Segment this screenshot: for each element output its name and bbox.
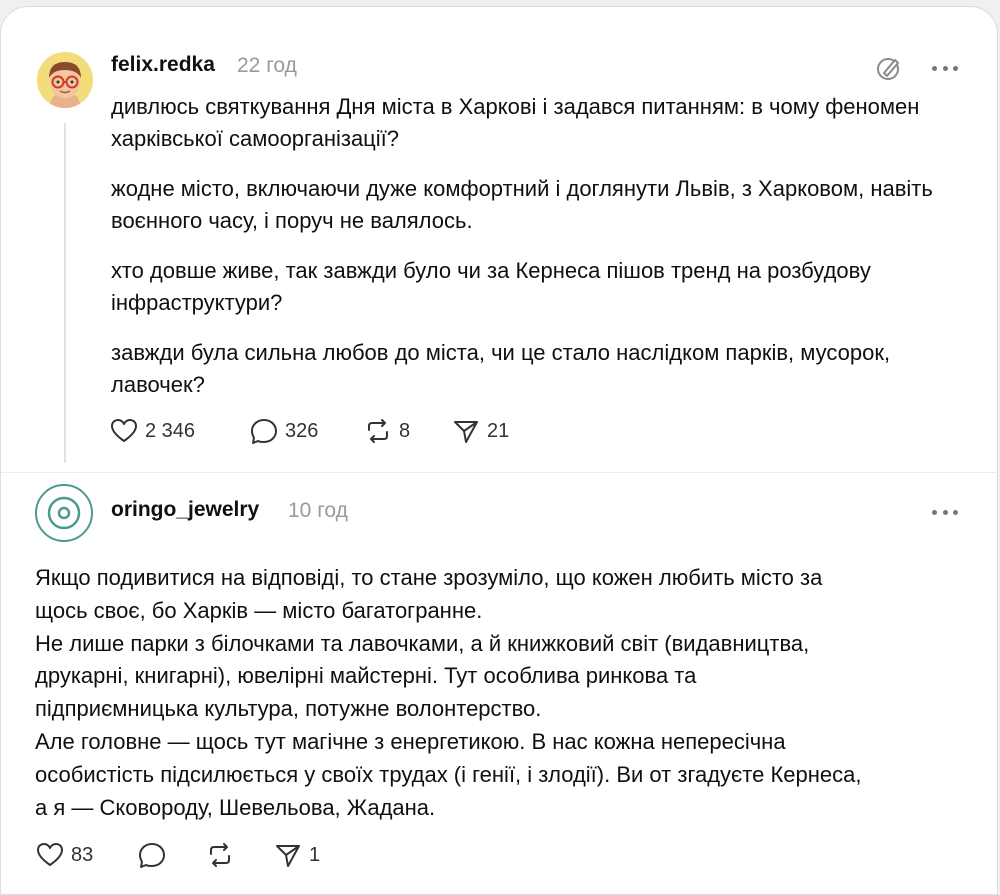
user-avatar-icon bbox=[37, 52, 93, 108]
post-text: Якщо подивитися на відповіді, то стане з… bbox=[35, 562, 965, 824]
post-text-line: друкарні, книгарні), ювелірні майстерні.… bbox=[35, 663, 697, 689]
avatar[interactable] bbox=[35, 484, 93, 542]
post-paragraph: хто довше живе, так завжди було чи за Ке… bbox=[111, 258, 871, 315]
repost-icon bbox=[210, 843, 230, 867]
repost-button[interactable] bbox=[205, 840, 241, 870]
repost-button[interactable]: 8 bbox=[363, 416, 410, 446]
post-text-line: Не лише парки з білочками та лавочками, … bbox=[35, 630, 810, 656]
send-icon bbox=[276, 845, 300, 867]
post-text-line: Якщо подивитися на відповіді, то стане з… bbox=[35, 565, 823, 590]
thread-line bbox=[64, 123, 66, 463]
post-text-line: щось своє, бо Харків — місто багатогранн… bbox=[35, 597, 483, 623]
dot-icon bbox=[953, 65, 958, 71]
thread-card: felix.redka 22 год дивлюсь святкування Д… bbox=[0, 6, 998, 895]
username[interactable]: oringo_jewelry bbox=[111, 498, 259, 522]
post-paragraph: дивлюсь святкування Дня міста в Харкові … bbox=[111, 94, 920, 151]
post-text-line: Але головне — щось тут магічне з енергет… bbox=[35, 728, 786, 754]
post-text-line: підприємницька культура, потужне волонте… bbox=[35, 696, 542, 722]
dot-icon bbox=[932, 509, 937, 515]
username[interactable]: felix.redka bbox=[111, 53, 215, 77]
comment-bubble-icon bbox=[251, 419, 277, 444]
heart-icon bbox=[37, 843, 63, 866]
repost-count: 8 bbox=[399, 419, 411, 442]
ring-logo-icon bbox=[47, 496, 81, 530]
divider bbox=[1, 472, 997, 473]
post-text-line: особистість підсилюється у своїх трудах … bbox=[35, 761, 862, 787]
post-paragraph: жодне місто, включаючи дуже комфортний і… bbox=[111, 176, 933, 233]
comment-count: 326 bbox=[285, 419, 319, 442]
share-button[interactable]: 21 bbox=[451, 416, 509, 446]
like-button[interactable]: 83 bbox=[35, 840, 93, 870]
comment-button[interactable]: 326 bbox=[249, 416, 318, 446]
more-options-button[interactable] bbox=[932, 507, 958, 517]
comment-button[interactable] bbox=[137, 840, 173, 870]
dot-icon bbox=[953, 509, 958, 515]
dot-icon bbox=[942, 65, 948, 71]
share-count: 21 bbox=[487, 419, 510, 442]
heart-icon bbox=[111, 419, 137, 442]
more-options-button[interactable] bbox=[932, 63, 958, 73]
edit-icon[interactable] bbox=[874, 53, 904, 83]
share-button[interactable]: 1 bbox=[273, 840, 320, 870]
dot-icon bbox=[932, 65, 937, 71]
repost-icon bbox=[368, 419, 388, 443]
like-count: 83 bbox=[71, 843, 94, 866]
avatar[interactable] bbox=[37, 52, 93, 108]
share-count: 1 bbox=[309, 843, 321, 866]
like-button[interactable]: 2 346 bbox=[109, 416, 195, 446]
comment-bubble-icon bbox=[139, 843, 165, 868]
like-count: 2 346 bbox=[145, 419, 196, 442]
post-paragraph: завжди була сильна любов до міста, чи це… bbox=[111, 340, 891, 397]
post-text-line: а я — Сковороду, Шевельова, Жадана. bbox=[35, 794, 436, 820]
dot-icon bbox=[942, 509, 948, 515]
send-icon bbox=[454, 421, 478, 443]
post-time[interactable]: 10 год bbox=[288, 499, 348, 523]
post-time[interactable]: 22 год bbox=[237, 54, 297, 78]
